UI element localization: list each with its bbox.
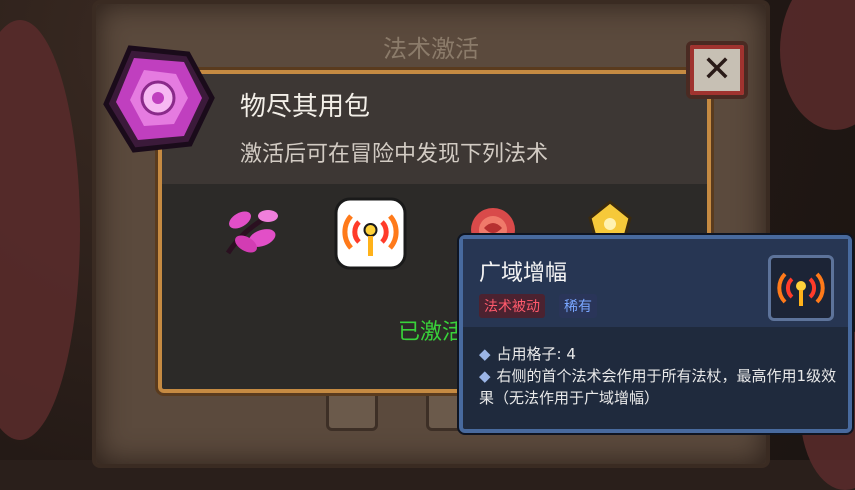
bullet-icon: ◆ <box>479 345 491 363</box>
pack-gem-icon <box>100 40 218 158</box>
tooltip-line: ◆ 右侧的首个法术会作用于所有法杖，最高作用1级效果（无法作用于广域增幅） <box>479 365 838 409</box>
close-button[interactable]: ✕ <box>686 41 748 99</box>
tooltip-spell-icon <box>768 255 834 321</box>
slot-usage-text: 占用格子: 4 <box>496 345 576 363</box>
tag-passive: 法术被动 <box>479 294 545 318</box>
activated-status: 已激活 <box>398 320 465 345</box>
tooltip-line: ◆ 占用格子: 4 <box>479 343 838 365</box>
tag-rare: 稀有 <box>559 294 597 318</box>
spell-signal-broadcast[interactable] <box>333 196 408 271</box>
close-icon: ✕ <box>701 49 733 90</box>
bullet-icon: ◆ <box>479 367 491 385</box>
tooltip-body: ◆ 占用格子: 4 ◆ 右侧的首个法术会作用于所有法杖，最高作用1级效果（无法作用于… <box>479 343 838 409</box>
pink-leaf-icon <box>225 210 278 255</box>
pack-name: 物尽其用包 <box>240 92 371 122</box>
tooltip-title: 广域增幅 <box>479 261 568 286</box>
effect-text: 右侧的首个法术会作用于所有法杖，最高作用1级效果（无法作用于广域增幅） <box>479 367 837 407</box>
signal-broadcast-icon <box>334 197 407 270</box>
spell-pink-leaf[interactable] <box>218 198 288 268</box>
pack-description: 激活后可在冒险中发现下列法术 <box>240 142 549 167</box>
spell-tooltip: 广域增幅 法术被动 稀有 ◆ 占用格子: 4 ◆ 右侧的首个法术会作用于所有法杖，最… <box>459 235 852 433</box>
signal-broadcast-icon <box>777 272 825 306</box>
